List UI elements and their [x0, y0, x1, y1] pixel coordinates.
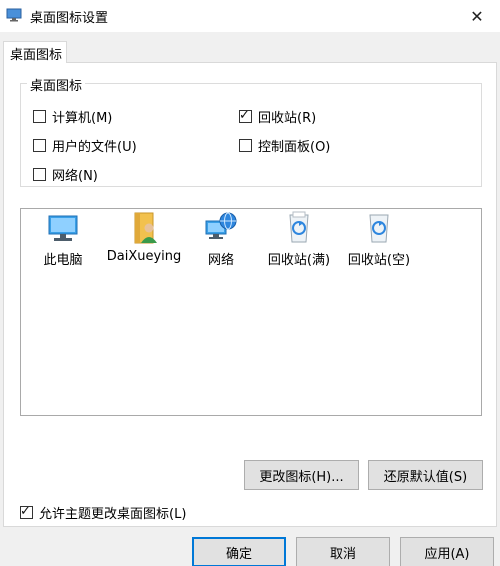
network-icon — [205, 212, 237, 239]
tab-panel: 桌面图标 计算机(M) ✓ 回收站(R) 用户的文件(U) 控制面板(O) 网络… — [3, 62, 497, 527]
checkbox-computer[interactable]: 计算机(M) — [33, 107, 112, 126]
cancel-button[interactable]: 取消 — [296, 537, 390, 566]
desktop-settings-icon — [6, 8, 22, 22]
checkbox-label: 用户的文件(U) — [52, 140, 137, 155]
icon-label: DaiXueying — [106, 249, 182, 264]
checkbox-label: 回收站(R) — [258, 111, 317, 126]
checkbox-label: 控制面板(O) — [258, 140, 331, 155]
change-icon-button[interactable]: 更改图标(H)... — [244, 460, 359, 490]
icon-item-this-pc[interactable]: 此电脑 — [21, 211, 105, 271]
checkbox-box[interactable]: ✓ — [239, 108, 252, 123]
recycle-bin-empty-icon — [369, 214, 389, 243]
checkbox-box[interactable] — [239, 139, 252, 152]
group-legend: 桌面图标 — [27, 75, 86, 94]
checkbox-box[interactable] — [33, 139, 46, 152]
ok-button[interactable]: 确定 — [192, 537, 286, 566]
user-folder-icon — [134, 212, 157, 244]
icon-item-user-folder[interactable]: DaiXueying — [102, 211, 186, 271]
restore-default-button[interactable]: 还原默认值(S) — [368, 460, 483, 490]
close-icon: ✕ — [470, 6, 484, 26]
checkbox-control-panel[interactable]: 控制面板(O) — [239, 136, 330, 155]
icon-list[interactable]: 此电脑 DaiXueying 网络 回收站(满) 回收站(空) — [20, 208, 482, 416]
window-title: 桌面图标设置 — [30, 11, 109, 26]
icon-label: 回收站(空) — [347, 253, 411, 268]
checkbox-label: 允许主题更改桌面图标(L) — [39, 507, 187, 522]
apply-button[interactable]: 应用(A) — [400, 537, 494, 566]
tab-desktop-icons[interactable]: 桌面图标 — [3, 41, 67, 63]
icon-label: 此电脑 — [43, 253, 83, 268]
checkbox-recycle-bin[interactable]: ✓ 回收站(R) — [239, 107, 316, 126]
icon-label: 网络 — [207, 253, 234, 268]
check-icon: ✓ — [239, 108, 250, 123]
close-button[interactable]: ✕ — [454, 0, 500, 32]
icon-label: 回收站(满) — [267, 253, 331, 268]
desktop-icons-group: 桌面图标 计算机(M) ✓ 回收站(R) 用户的文件(U) 控制面板(O) 网络… — [20, 75, 482, 187]
checkbox-allow-themes[interactable]: ✓ 允许主题更改桌面图标(L) — [20, 503, 186, 522]
check-icon: ✓ — [20, 504, 31, 519]
title-bar: 桌面图标设置 ✕ — [0, 0, 500, 32]
checkbox-network[interactable]: 网络(N) — [33, 165, 98, 184]
icon-item-recycle-bin-full[interactable]: 回收站(满) — [257, 211, 341, 271]
checkbox-box[interactable] — [33, 110, 46, 123]
checkbox-label: 计算机(M) — [52, 111, 113, 126]
checkbox-box[interactable]: ✓ — [20, 504, 33, 519]
this-pc-icon — [48, 215, 78, 241]
dialog-client: 桌面图标 桌面图标 计算机(M) ✓ 回收站(R) 用户的文件(U) 控制面板(… — [0, 32, 500, 566]
checkbox-box[interactable] — [33, 168, 46, 181]
checkbox-user-files[interactable]: 用户的文件(U) — [33, 136, 137, 155]
checkbox-label: 网络(N) — [52, 169, 98, 184]
icon-item-recycle-bin-empty[interactable]: 回收站(空) — [337, 211, 421, 271]
recycle-bin-full-icon — [289, 211, 309, 243]
icon-item-network[interactable]: 网络 — [179, 211, 263, 271]
